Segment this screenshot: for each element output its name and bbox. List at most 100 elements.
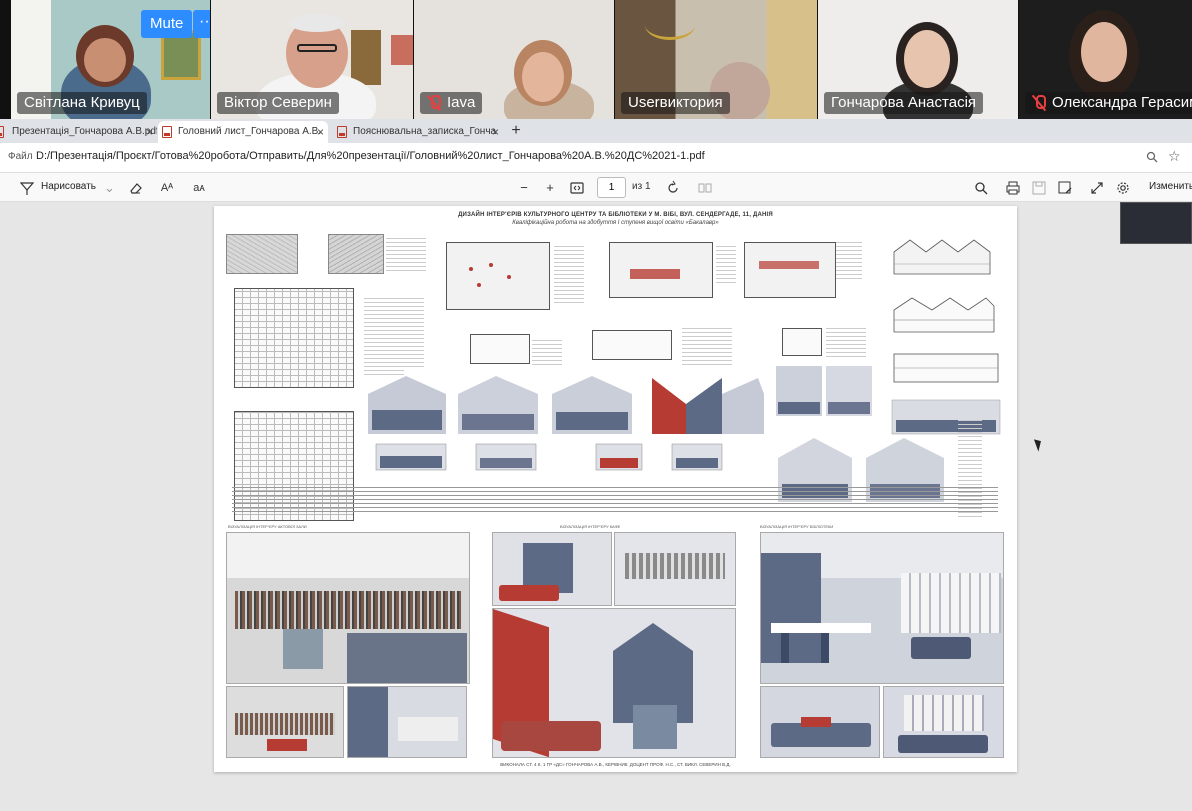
furniture-plan-cafe xyxy=(609,242,713,298)
tab-label: Презентація_Гончарова А.В.pdf xyxy=(12,126,157,137)
print-icon[interactable] xyxy=(1006,179,1020,197)
legend-text xyxy=(386,238,426,272)
plan-notes xyxy=(532,340,562,366)
zoom-in-button[interactable]: + xyxy=(544,179,556,197)
participant-name: Віктор Северин xyxy=(217,92,339,114)
tab-main-sheet[interactable]: Головний лист_Гончарова А.В. × xyxy=(158,121,328,143)
plan-notes xyxy=(716,246,736,286)
pdf-viewer-canvas[interactable]: ДИЗАЙН ІНТЕР'ЄРІВ КУЛЬТУРНОГО ЦЕНТРУ ТА … xyxy=(0,202,1192,811)
close-tab-icon[interactable]: × xyxy=(317,121,324,143)
mic-off-icon xyxy=(1032,95,1046,111)
settings-gear-icon[interactable] xyxy=(1116,179,1130,197)
ceiling-plan xyxy=(470,334,530,364)
draw-filter-icon[interactable] xyxy=(20,179,34,197)
plan-notes xyxy=(682,328,732,368)
save-as-icon[interactable] xyxy=(1058,179,1072,197)
participant-tile[interactable]: Iava xyxy=(414,0,614,119)
participant-tile[interactable]: Userвиктория xyxy=(615,0,817,119)
two-page-view-icon[interactable] xyxy=(698,179,712,197)
read-aloud-icon[interactable]: aᴀ xyxy=(191,179,207,197)
poster-footer: ВИКОНАЛА СТ. 4 К. 1 ГР «ДС» ГОНЧАРОВА А.… xyxy=(500,762,731,767)
floor-finish-plan xyxy=(782,328,822,356)
participant-name: Гончарова Анастасія xyxy=(824,92,984,114)
text-size-icon[interactable]: Aᴬ xyxy=(160,179,174,197)
section-label: ВІЗУАЛІЗАЦІЯ ІНТЕР'ЄРУ БІБЛІОТЕКИ xyxy=(760,524,834,529)
participant-name: Userвиктория xyxy=(621,92,730,114)
situation-map xyxy=(226,234,298,274)
address-bar: Файл D:/Презентація/Проєкт/Готова%20робо… xyxy=(0,143,1192,173)
render-cafe-2 xyxy=(614,532,736,606)
render-cafe-1 xyxy=(492,532,612,606)
section-label: ВІЗУАЛІЗАЦІЯ ІНТЕР'ЄРУ АКТОВОЇ ЗАЛИ xyxy=(228,524,307,529)
fullscreen-icon[interactable] xyxy=(1090,179,1104,197)
tab-explanatory-note[interactable]: Пояснювальна_записка_Гонча × xyxy=(333,121,503,143)
participant-tile-active-speaker[interactable]: Віктор Северин xyxy=(211,0,413,119)
mute-button[interactable]: Mute xyxy=(141,10,193,38)
page-number-input[interactable]: 1 xyxy=(597,177,626,198)
pdf-file-icon xyxy=(162,126,172,138)
section-drawing-2 xyxy=(893,353,999,383)
render-library-2 xyxy=(760,686,880,758)
participant-name: Олександра Герасим xyxy=(1025,92,1192,114)
pdf-file-icon xyxy=(337,126,347,138)
participant-tile[interactable]: Гончарова Анастасія xyxy=(818,0,1018,119)
floor-plan-1 xyxy=(234,288,354,388)
new-tab-button[interactable]: + xyxy=(506,121,526,141)
save-icon[interactable] xyxy=(1032,179,1046,197)
tab-bar: Презентація_Гончарова А.В.pdf × Головний… xyxy=(0,119,1192,143)
render-hall-main xyxy=(226,532,470,684)
eraser-icon[interactable] xyxy=(128,179,142,197)
dropdown-chevron-icon[interactable]: ⌄ xyxy=(104,179,115,197)
render-cafe-main xyxy=(492,608,736,758)
more-options-button[interactable]: ··· xyxy=(193,10,210,38)
section-label: ВІЗУАЛІЗАЦІЯ ІНТЕР'ЄРУ КАФЕ xyxy=(560,524,621,529)
pdf-toolbar: Нарисовать ⌄ Aᴬ aᴀ − + 1 из 1 Изменить xyxy=(0,173,1192,202)
participant-tile[interactable]: Світлана Кривуц Mute ··· xyxy=(11,0,210,119)
video-overlay-tile xyxy=(1120,202,1192,244)
close-tab-icon[interactable]: × xyxy=(492,121,499,143)
interior-elevations-row xyxy=(368,376,764,434)
pdf-file-icon xyxy=(0,126,4,138)
render-library-3 xyxy=(883,686,1004,758)
search-icon[interactable] xyxy=(974,179,988,197)
browser-window: Презентація_Гончарова А.В.pdf × Головний… xyxy=(0,119,1192,811)
plan-notes xyxy=(554,246,584,306)
participant-name: Світлана Кривуц xyxy=(17,92,147,114)
favorite-star-icon[interactable]: ☆ xyxy=(1168,148,1181,165)
url-field[interactable]: D:/Презентація/Проєкт/Готова%20робота/От… xyxy=(36,150,1136,162)
render-hall-2 xyxy=(226,686,344,758)
zoom-icon[interactable] xyxy=(1146,151,1158,163)
interior-elevations-row-2 xyxy=(375,443,723,471)
draw-button[interactable]: Нарисовать xyxy=(41,181,96,192)
wall-elevations xyxy=(776,366,872,416)
tab-label: Пояснювальна_записка_Гонча xyxy=(353,126,497,137)
edit-button[interactable]: Изменить xyxy=(1149,181,1192,192)
zoom-out-button[interactable]: − xyxy=(518,179,530,197)
wall-elevation-long xyxy=(891,399,1001,435)
participant-name: Iava xyxy=(420,92,483,114)
plan-notes xyxy=(394,298,424,368)
file-protocol-label: Файл xyxy=(8,151,33,162)
pdf-page-poster: ДИЗАЙН ІНТЕР'ЄРІВ КУЛЬТУРНОГО ЦЕНТРУ ТА … xyxy=(214,206,1017,772)
concept-paragraph xyxy=(232,487,998,515)
render-library-main xyxy=(760,532,1004,684)
lighting-plan xyxy=(592,330,672,360)
site-plan-map xyxy=(328,234,384,274)
poster-title: ДИЗАЙН ІНТЕР'ЄРІВ КУЛЬТУРНОГО ЦЕНТРУ ТА … xyxy=(458,212,773,218)
participant-tile[interactable]: Олександра Герасим xyxy=(1019,0,1192,119)
close-tab-icon[interactable]: × xyxy=(146,121,153,143)
rotate-icon[interactable] xyxy=(666,179,680,197)
participant-strip: Світлана Кривуц Mute ··· Віктор Северин … xyxy=(0,0,1192,119)
furniture-plan-hall xyxy=(744,242,836,298)
tab-label: Головний лист_Гончарова А.В. xyxy=(178,126,322,137)
plan-notes xyxy=(826,328,866,358)
render-hall-3 xyxy=(347,686,467,758)
plan-notes xyxy=(836,242,862,282)
page-total-label: из 1 xyxy=(632,181,651,192)
fit-page-icon[interactable] xyxy=(570,179,584,197)
facade-drawing xyxy=(893,239,991,275)
tab-presentation[interactable]: Презентація_Гончарова А.В.pdf × xyxy=(0,121,157,143)
mic-off-icon xyxy=(427,95,441,111)
furniture-plan-library xyxy=(446,242,550,310)
poster-subtitle: Кваліфікаційна робота на здобуття І ступ… xyxy=(512,220,719,226)
